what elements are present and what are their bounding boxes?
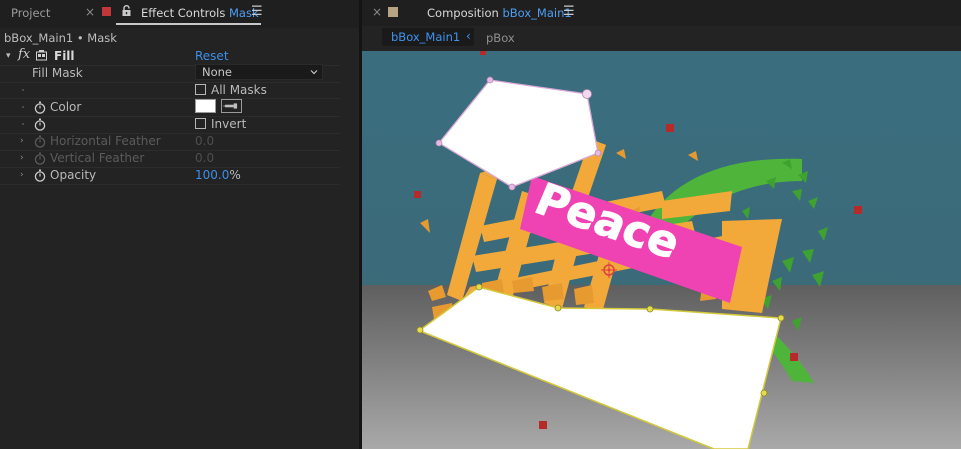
chevron-left-icon: ‹	[466, 29, 471, 43]
expand-triangle-icon[interactable]: ›	[20, 136, 24, 146]
param-label: Fill Mask	[32, 66, 83, 80]
param-vertical-feather: › Vertical Feather 0.0	[0, 150, 359, 167]
breadcrumb-next[interactable]: pBox	[486, 31, 515, 45]
tab-composition-name: bBox_Main1	[502, 6, 572, 20]
row-bullet	[22, 123, 24, 125]
param-horizontal-feather: › Horizontal Feather 0.0	[0, 133, 359, 150]
close-icon[interactable]: ×	[372, 5, 382, 19]
expand-triangle-icon[interactable]: ›	[20, 170, 24, 180]
viewer-canvas[interactable]: Peace	[362, 51, 961, 449]
lock-icon[interactable]	[121, 5, 132, 17]
panel-tab-bar: Project × Effect Controls Mask ☰	[0, 0, 359, 28]
stopwatch-icon[interactable]	[34, 101, 46, 114]
row-bullet	[22, 89, 24, 91]
stopwatch-icon[interactable]	[34, 118, 46, 131]
fx-icon[interactable]: fx	[18, 47, 30, 62]
param-label: Horizontal Feather	[50, 134, 161, 148]
label-color-swatch[interactable]	[102, 7, 111, 16]
param-value: 0.0	[195, 134, 215, 148]
stopwatch-icon[interactable]	[34, 169, 46, 182]
effect-name: Fill	[54, 49, 75, 63]
effect-preset-icon	[36, 50, 47, 61]
tab-project[interactable]: Project	[11, 6, 50, 20]
param-color: Color	[0, 99, 359, 116]
param-all-masks	[0, 82, 359, 99]
layer-path: bBox_Main1 • Mask	[4, 31, 117, 45]
invert-checkbox[interactable]	[195, 118, 206, 129]
opacity-number[interactable]: 100.0	[195, 168, 229, 182]
panel-menu-icon[interactable]: ☰	[563, 4, 575, 19]
panel-menu-icon[interactable]: ☰	[251, 4, 263, 19]
param-label: Vertical Feather	[50, 151, 145, 165]
close-icon[interactable]: ×	[85, 5, 95, 19]
breadcrumb-label: bBox_Main1	[391, 30, 461, 44]
effect-fill-row[interactable]: ▾ fx Fill Reset	[0, 47, 359, 65]
reset-link[interactable]: Reset	[195, 49, 229, 63]
composition-tab-bar: × Composition bBox_Main1 ☰	[362, 0, 961, 26]
stopwatch-icon	[34, 135, 46, 148]
param-label: Color	[50, 100, 82, 114]
invert-label: Invert	[211, 117, 247, 131]
composition-panel: × Composition bBox_Main1 ☰ bBox_Main1 ‹ …	[362, 0, 961, 449]
opacity-unit: %	[229, 168, 241, 182]
param-value: 0.0	[195, 151, 215, 165]
tab-effect-controls-label: Effect Controls	[141, 6, 226, 20]
effect-controls-panel: Project × Effect Controls Mask ☰ bBox_Ma…	[0, 0, 359, 449]
eyedropper-icon[interactable]	[221, 99, 242, 113]
active-tab-indicator	[116, 23, 261, 25]
breadcrumb-active[interactable]: bBox_Main1 ‹	[382, 28, 474, 46]
row-bullet	[22, 106, 24, 108]
all-masks-label: All Masks	[211, 83, 267, 97]
fill-mask-dropdown[interactable]: None	[195, 64, 323, 80]
dropdown-value: None	[202, 65, 233, 79]
tab-composition[interactable]: Composition bBox_Main1	[427, 6, 572, 20]
expand-triangle-icon[interactable]: ›	[20, 153, 24, 163]
row-divider	[0, 184, 340, 185]
param-invert	[0, 116, 359, 133]
tab-effect-controls[interactable]: Effect Controls Mask	[141, 6, 259, 20]
stopwatch-icon	[34, 152, 46, 165]
opacity-value[interactable]: 100.0%	[195, 168, 241, 182]
chevron-down-icon	[310, 70, 318, 75]
all-masks-checkbox[interactable]	[195, 84, 206, 95]
param-label: Opacity	[50, 168, 97, 182]
tab-composition-prefix: Composition	[427, 6, 499, 20]
composition-viewer[interactable]: Peace	[362, 51, 961, 449]
label-color-swatch[interactable]	[388, 7, 398, 17]
param-opacity: › Opacity 100.0%	[0, 167, 359, 184]
composition-breadcrumbs: bBox_Main1 ‹ pBox	[362, 26, 961, 50]
color-swatch[interactable]	[195, 99, 216, 113]
expand-triangle-icon[interactable]: ▾	[6, 51, 11, 61]
